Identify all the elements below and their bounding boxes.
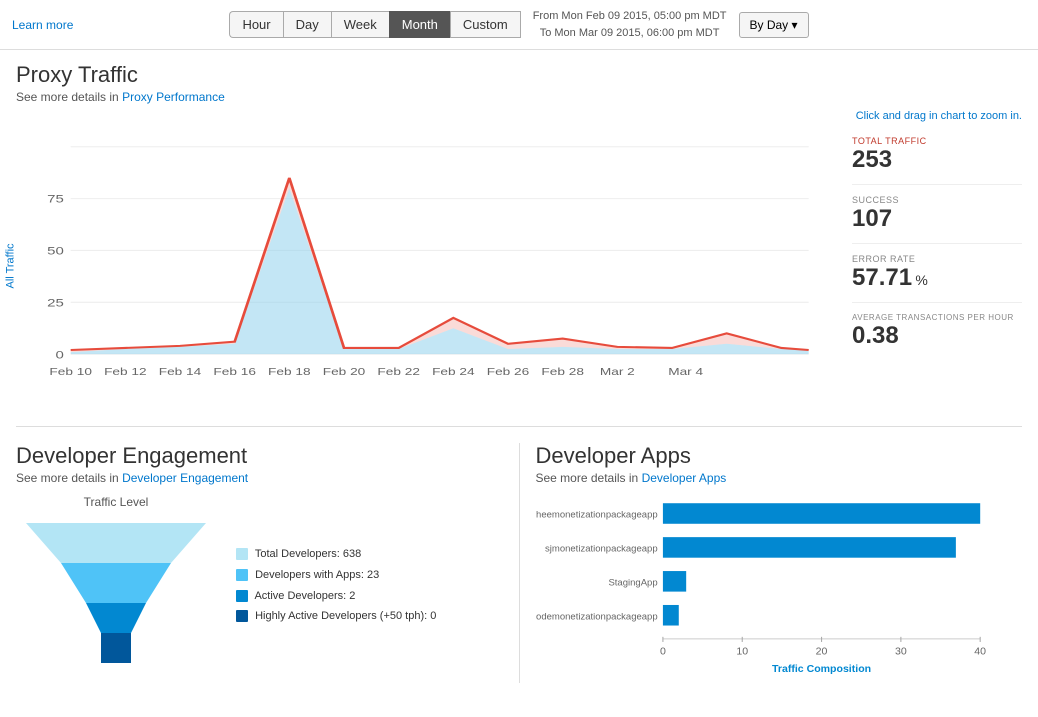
legend-color-3 <box>236 610 248 622</box>
legend-item-2: Active Developers: 2 <box>236 586 436 607</box>
error-rate-value: 57.71 <box>852 264 912 291</box>
svg-text:Feb 16: Feb 16 <box>213 365 256 377</box>
dev-apps-link[interactable]: Developer Apps <box>642 471 727 485</box>
svg-text:10: 10 <box>736 646 748 657</box>
traffic-svg: 0 25 50 75 Feb 10 Feb 12 Feb 14 Feb 16 <box>16 126 836 406</box>
dev-engagement-title: Developer Engagement <box>16 443 503 469</box>
date-range: From Mon Feb 09 2015, 05:00 pm MDT To Mo… <box>533 8 727 41</box>
success-value: 107 <box>852 205 1022 233</box>
svg-text:nodemonetizationpackageapp: nodemonetizationpackageapp <box>536 611 658 621</box>
avg-trans-label: AVERAGE TRANSACTIONS PER HOUR <box>852 313 1022 322</box>
y-axis-label: All Traffic <box>5 243 17 288</box>
svg-text:Feb 20: Feb 20 <box>323 365 366 377</box>
dev-engagement-link[interactable]: Developer Engagement <box>122 471 248 485</box>
funnel-container: Traffic Level <box>16 495 503 676</box>
error-rate-label: ERROR RATE <box>852 254 1022 264</box>
chart-area[interactable]: All Traffic 0 25 50 75 <box>16 126 836 406</box>
day-button[interactable]: Day <box>283 11 331 38</box>
svg-text:75: 75 <box>47 192 64 205</box>
time-controls: Hour Day Week Month Custom <box>229 11 520 38</box>
dev-engagement-subtitle: See more details in Developer Engagement <box>16 471 503 485</box>
legend-item-1: Developers with Apps: 23 <box>236 565 436 586</box>
legend-label-1: Developers with Apps: 23 <box>255 569 379 581</box>
error-rate-value-container: 57.71 % <box>852 264 1022 292</box>
svg-text:Feb 28: Feb 28 <box>541 365 584 377</box>
error-rate-stat: ERROR RATE 57.71 % <box>852 254 1022 303</box>
svg-text:40: 40 <box>974 646 986 657</box>
legend-label-2: Active Developers: 2 <box>254 590 355 602</box>
week-button[interactable]: Week <box>331 11 389 38</box>
svg-text:0: 0 <box>55 348 63 361</box>
chart-hint: Click and drag in chart to zoom in. <box>16 110 1022 122</box>
total-traffic-value: 253 <box>852 146 1022 174</box>
svg-text:StagingApp: StagingApp <box>608 578 657 588</box>
by-day-button[interactable]: By Day ▾ <box>739 12 809 38</box>
success-stat: SUCCESS 107 <box>852 195 1022 244</box>
svg-text:0: 0 <box>659 646 665 657</box>
funnel-chart: Traffic Level <box>16 495 216 676</box>
funnel-legend: Total Developers: 638 Developers with Ap… <box>236 544 436 628</box>
success-label: SUCCESS <box>852 195 1022 205</box>
hour-button[interactable]: Hour <box>229 11 282 38</box>
custom-button[interactable]: Custom <box>450 11 521 38</box>
main-content: Proxy Traffic See more details in Proxy … <box>0 50 1038 695</box>
svg-text:Feb 22: Feb 22 <box>377 365 420 377</box>
dev-apps-title: Developer Apps <box>536 443 1023 469</box>
avg-trans-value: 0.38 <box>852 322 1022 350</box>
developer-apps-section: Developer Apps See more details in Devel… <box>520 443 1023 683</box>
funnel-title: Traffic Level <box>16 495 216 509</box>
bottom-sections: Developer Engagement See more details in… <box>16 426 1022 683</box>
dev-apps-subtitle: See more details in Developer Apps <box>536 471 1023 485</box>
legend-color-0 <box>236 548 248 560</box>
legend-label-3: Highly Active Developers (+50 tph): 0 <box>255 610 436 622</box>
avg-trans-stat: AVERAGE TRANSACTIONS PER HOUR 0.38 <box>852 313 1022 360</box>
apps-svg: sudheemonetizationpackageapp sjmonetizat… <box>536 495 1023 680</box>
proxy-traffic-title: Proxy Traffic <box>16 62 1022 88</box>
svg-text:Traffic Composition: Traffic Composition <box>772 664 871 675</box>
svg-text:20: 20 <box>815 646 827 657</box>
legend-label-0: Total Developers: 638 <box>255 548 361 560</box>
legend-item-3: Highly Active Developers (+50 tph): 0 <box>236 606 436 627</box>
legend-color-2 <box>236 590 248 602</box>
svg-text:Mar 4: Mar 4 <box>668 365 703 377</box>
learn-more-container: Learn more <box>12 18 73 32</box>
total-traffic-stat: TOTAL TRAFFIC 253 <box>852 136 1022 185</box>
learn-more-link[interactable]: Learn more <box>12 18 73 32</box>
total-traffic-label: TOTAL TRAFFIC <box>852 136 1022 146</box>
proxy-traffic-section: Proxy Traffic See more details in Proxy … <box>16 62 1022 406</box>
svg-text:Feb 18: Feb 18 <box>268 365 311 377</box>
svg-text:Feb 10: Feb 10 <box>49 365 92 377</box>
svg-text:Feb 24: Feb 24 <box>432 365 475 377</box>
svg-text:30: 30 <box>895 646 907 657</box>
svg-text:Feb 14: Feb 14 <box>159 365 202 377</box>
legend-color-1 <box>236 569 248 581</box>
svg-text:Mar 2: Mar 2 <box>600 365 635 377</box>
proxy-traffic-subtitle: See more details in Proxy Performance <box>16 90 1022 104</box>
svg-text:sjmonetizationpackageapp: sjmonetizationpackageapp <box>545 544 658 554</box>
svg-text:Feb 12: Feb 12 <box>104 365 147 377</box>
svg-text:Feb 26: Feb 26 <box>487 365 530 377</box>
month-button[interactable]: Month <box>389 11 450 38</box>
developer-engagement-section: Developer Engagement See more details in… <box>16 443 520 683</box>
svg-text:25: 25 <box>47 296 64 309</box>
apps-chart: sudheemonetizationpackageapp sjmonetizat… <box>536 495 1023 683</box>
svg-text:50: 50 <box>47 244 64 257</box>
legend-item-0: Total Developers: 638 <box>236 544 436 565</box>
chart-stats: TOTAL TRAFFIC 253 SUCCESS 107 ERROR RATE… <box>852 126 1022 406</box>
traffic-chart-container: All Traffic 0 25 50 75 <box>16 126 1022 406</box>
error-rate-unit: % <box>915 272 927 288</box>
proxy-performance-link[interactable]: Proxy Performance <box>122 90 225 104</box>
funnel-svg <box>16 513 216 673</box>
svg-text:sudheemonetizationpackageapp: sudheemonetizationpackageapp <box>536 510 658 520</box>
top-bar: Learn more Hour Day Week Month Custom Fr… <box>0 0 1038 50</box>
